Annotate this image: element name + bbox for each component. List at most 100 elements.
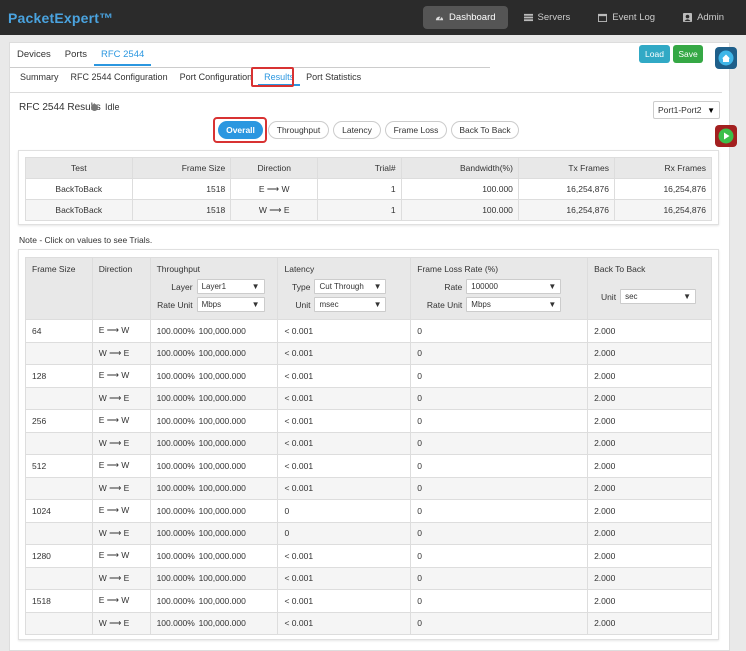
- throughput-cell[interactable]: 100.000% 100,000.000: [149, 476, 279, 500]
- back-to-back-cell[interactable]: 2.000: [587, 409, 712, 433]
- tab-rfc2544[interactable]: RFC 2544: [93, 44, 152, 66]
- summary-row[interactable]: BackToBack 1518 W ⟶ E 1 100.000 16,254,8…: [25, 199, 713, 221]
- detail-row[interactable]: 1518 E ⟶ W 100.000% 100,000.000 < 0.001 0 2.00…: [25, 589, 712, 613]
- direction-cell[interactable]: W ⟶ E: [91, 611, 151, 635]
- frame-size-cell[interactable]: 1024: [25, 499, 93, 523]
- back-to-back-cell[interactable]: 2.000: [587, 589, 712, 613]
- back-to-back-cell[interactable]: 2.000: [587, 341, 712, 365]
- direction-cell[interactable]: W ⟶ E: [91, 341, 151, 365]
- direction-cell[interactable]: E ⟶ W: [91, 454, 151, 478]
- frame-loss-cell[interactable]: 0: [410, 454, 589, 478]
- tp-rate-unit-select[interactable]: Mbps ▼: [196, 297, 265, 312]
- latency-cell[interactable]: < 0.001: [277, 431, 412, 455]
- detail-row[interactable]: 512 E ⟶ W 100.000% 100,000.000 < 0.001 0 2.000: [25, 454, 712, 478]
- detail-row[interactable]: 256 E ⟶ W 100.000% 100,000.000 < 0.001 0 2.000: [25, 409, 712, 433]
- port-pair-select[interactable]: Port1-Port2 ▼: [653, 101, 720, 119]
- throughput-cell[interactable]: 100.000% 100,000.000: [149, 341, 279, 365]
- latency-cell[interactable]: < 0.001: [277, 476, 412, 500]
- tab-port-statistics[interactable]: Port Statistics: [300, 68, 367, 86]
- frame-loss-cell[interactable]: 0: [410, 364, 589, 388]
- latency-cell[interactable]: < 0.001: [277, 611, 412, 635]
- frame-loss-cell[interactable]: 0: [410, 476, 589, 500]
- frame-size-cell[interactable]: 512: [25, 454, 93, 478]
- nav-dashboard[interactable]: Dashboard: [423, 6, 508, 29]
- back-to-back-cell[interactable]: 2.000: [587, 544, 712, 568]
- frame-size-cell[interactable]: [25, 611, 93, 635]
- frame-loss-cell[interactable]: 0: [410, 431, 589, 455]
- frame-loss-cell[interactable]: 0: [410, 319, 589, 343]
- direction-cell[interactable]: W ⟶ E: [91, 566, 151, 590]
- nav-servers[interactable]: Servers: [512, 6, 583, 29]
- detail-row[interactable]: 64 E ⟶ W 100.000% 100,000.000 < 0.001 0 2.000: [25, 319, 712, 343]
- layer-select[interactable]: Layer1 ▼: [196, 279, 265, 294]
- latency-cell[interactable]: < 0.001: [277, 566, 412, 590]
- frame-loss-cell[interactable]: 0: [410, 544, 589, 568]
- latency-cell[interactable]: < 0.001: [277, 544, 412, 568]
- detail-row[interactable]: 128 E ⟶ W 100.000% 100,000.000 < 0.001 0 2.000: [25, 364, 712, 388]
- save-button[interactable]: Save: [673, 45, 703, 63]
- back-to-back-cell[interactable]: 2.000: [587, 319, 712, 343]
- latency-cell[interactable]: < 0.001: [277, 589, 412, 613]
- throughput-cell[interactable]: 100.000% 100,000.000: [149, 566, 279, 590]
- throughput-cell[interactable]: 100.000% 100,000.000: [149, 521, 279, 545]
- frame-size-cell[interactable]: 1280: [25, 544, 93, 568]
- frame-loss-cell[interactable]: 0: [410, 386, 589, 410]
- detail-row[interactable]: W ⟶ E 100.000% 100,000.000 < 0.001 0 2.000: [25, 431, 712, 455]
- throughput-cell[interactable]: 100.000% 100,000.000: [149, 454, 279, 478]
- frame-size-cell[interactable]: [25, 521, 93, 545]
- latency-cell[interactable]: < 0.001: [277, 386, 412, 410]
- view-back-to-back[interactable]: Back To Back: [451, 121, 519, 139]
- throughput-cell[interactable]: 100.000% 100,000.000: [149, 589, 279, 613]
- latency-cell[interactable]: < 0.001: [277, 319, 412, 343]
- frame-size-cell[interactable]: [25, 341, 93, 365]
- lat-unit-select[interactable]: msec ▼: [314, 297, 387, 312]
- latency-cell[interactable]: < 0.001: [277, 409, 412, 433]
- back-to-back-cell[interactable]: 2.000: [587, 476, 712, 500]
- nav-event-log[interactable]: Event Log: [586, 6, 667, 29]
- summary-row[interactable]: BackToBack 1518 E ⟶ W 1 100.000 16,254,8…: [25, 178, 713, 200]
- tab-rfc2544-configuration[interactable]: RFC 2544 Configuration: [65, 68, 174, 86]
- back-to-back-cell[interactable]: 2.000: [587, 521, 712, 545]
- load-button[interactable]: Load: [639, 45, 670, 63]
- back-to-back-cell[interactable]: 2.000: [587, 566, 712, 590]
- fl-rate-unit-select[interactable]: Mbps ▼: [466, 297, 562, 312]
- frame-loss-cell[interactable]: 0: [410, 409, 589, 433]
- detail-row[interactable]: W ⟶ E 100.000% 100,000.000 < 0.001 0 2.000: [25, 566, 712, 590]
- frame-size-cell[interactable]: 256: [25, 409, 93, 433]
- frame-size-cell[interactable]: [25, 566, 93, 590]
- type-select[interactable]: Cut Through ▼: [314, 279, 387, 294]
- latency-cell[interactable]: < 0.001: [277, 341, 412, 365]
- throughput-cell[interactable]: 100.000% 100,000.000: [149, 431, 279, 455]
- throughput-cell[interactable]: 100.000% 100,000.000: [149, 386, 279, 410]
- direction-cell[interactable]: E ⟶ W: [91, 409, 151, 433]
- frame-loss-cell[interactable]: 0: [410, 611, 589, 635]
- latency-cell[interactable]: < 0.001: [277, 364, 412, 388]
- throughput-cell[interactable]: 100.000% 100,000.000: [149, 319, 279, 343]
- detail-row[interactable]: W ⟶ E 100.000% 100,000.000 < 0.001 0 2.000: [25, 476, 712, 500]
- throughput-cell[interactable]: 100.000% 100,000.000: [149, 611, 279, 635]
- back-to-back-cell[interactable]: 2.000: [587, 499, 712, 523]
- back-to-back-cell[interactable]: 2.000: [587, 454, 712, 478]
- tab-summary[interactable]: Summary: [14, 68, 65, 86]
- throughput-cell[interactable]: 100.000% 100,000.000: [149, 409, 279, 433]
- latency-cell[interactable]: < 0.001: [277, 454, 412, 478]
- frame-size-cell[interactable]: 1518: [25, 589, 93, 613]
- direction-cell[interactable]: W ⟶ E: [91, 431, 151, 455]
- detail-row[interactable]: W ⟶ E 100.000% 100,000.000 < 0.001 0 2.000: [25, 341, 712, 365]
- direction-cell[interactable]: E ⟶ W: [91, 544, 151, 568]
- frame-loss-cell[interactable]: 0: [410, 521, 589, 545]
- rate-select[interactable]: 100000 ▼: [466, 279, 562, 294]
- home-side-button[interactable]: [715, 47, 737, 69]
- nav-admin[interactable]: Admin: [671, 6, 736, 29]
- back-to-back-cell[interactable]: 2.000: [587, 386, 712, 410]
- b2b-unit-select[interactable]: sec ▼: [620, 289, 697, 304]
- latency-cell[interactable]: 0: [277, 521, 412, 545]
- view-latency[interactable]: Latency: [333, 121, 381, 139]
- back-to-back-cell[interactable]: 2.000: [587, 431, 712, 455]
- detail-row[interactable]: 1280 E ⟶ W 100.000% 100,000.000 < 0.001 0 2.00…: [25, 544, 712, 568]
- frame-loss-cell[interactable]: 0: [410, 589, 589, 613]
- frame-size-cell[interactable]: [25, 476, 93, 500]
- tab-devices[interactable]: Devices: [10, 44, 58, 66]
- direction-cell[interactable]: W ⟶ E: [91, 476, 151, 500]
- detail-row[interactable]: W ⟶ E 100.000% 100,000.000 < 0.001 0 2.000: [25, 611, 712, 635]
